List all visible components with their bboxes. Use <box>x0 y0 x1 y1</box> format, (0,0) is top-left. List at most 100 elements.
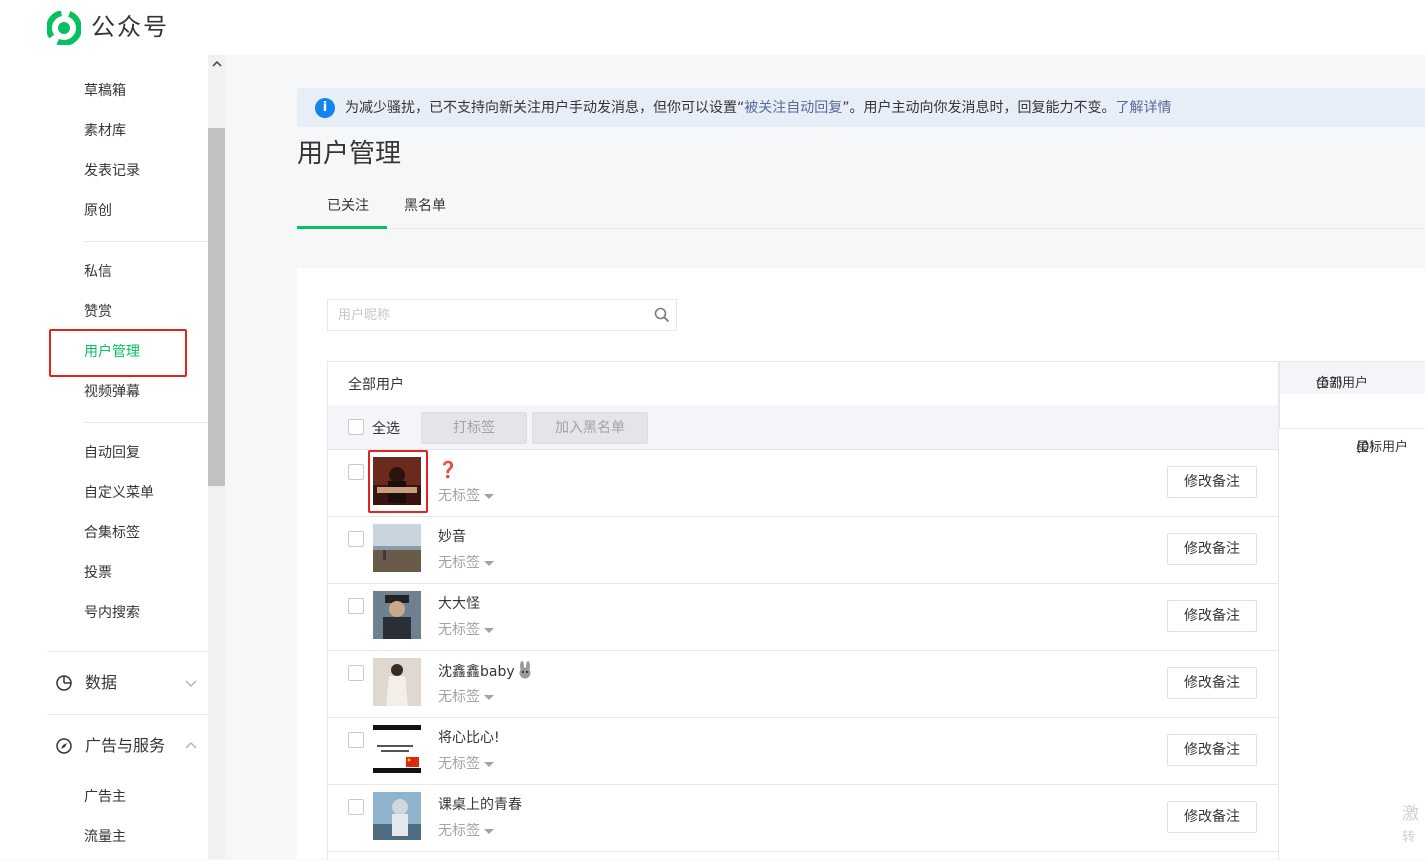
sidebar-item-video-danmaku[interactable]: 视频弹幕 <box>84 382 140 402</box>
active-tab-indicator <box>297 226 387 229</box>
user-list-title: 全部用户 <box>348 377 404 393</box>
user-tag-label: 无标签 <box>438 555 480 571</box>
caret-down-icon <box>484 627 494 633</box>
select-all-label[interactable]: 全选 <box>372 418 400 438</box>
edit-remark-button[interactable]: 修改备注 <box>1167 533 1257 565</box>
sidebar-divider <box>47 714 208 715</box>
user-list-header: 全部用户 <box>328 362 1278 406</box>
watermark-line2: 转 <box>1402 830 1416 845</box>
user-tag-dropdown[interactable]: 无标签 <box>438 821 494 841</box>
table-row: 大大怪 无标签 修改备注 <box>328 584 1278 651</box>
caret-down-icon <box>484 828 494 834</box>
user-avatar[interactable] <box>373 725 421 773</box>
scroll-up-arrow-icon[interactable] <box>208 55 225 72</box>
chevron-up-icon[interactable] <box>183 738 199 754</box>
tab-followed[interactable]: 已关注 <box>327 196 369 216</box>
highlight-box-sidebar <box>49 329 187 377</box>
user-filter-panel: 全部用户 (57) 星标用户 (0) <box>1279 361 1425 455</box>
edit-remark-button[interactable]: 修改备注 <box>1167 466 1257 498</box>
add-to-blacklist-button[interactable]: 加入黑名单 <box>532 412 648 444</box>
caret-down-icon <box>484 761 494 767</box>
sidebar-group-data[interactable]: 数据 <box>55 671 117 695</box>
user-tag-label: 无标签 <box>438 689 480 705</box>
notice-text: 为减少骚扰，已不支持向新关注用户手动发消息，但你可以设置“被关注自动回复”。用户… <box>345 98 1172 118</box>
chevron-down-icon[interactable] <box>183 675 199 691</box>
table-row: 课桌上的青春 无标签 修改备注 <box>328 785 1278 852</box>
sidebar-item-rewards[interactable]: 赞赏 <box>84 302 112 322</box>
table-row: 妙音 无标签 修改备注 <box>328 517 1278 584</box>
user-nickname: 妙音 <box>438 529 466 545</box>
row-checkbox[interactable] <box>348 732 364 748</box>
chart-clock-icon <box>56 675 72 691</box>
sidebar-item-in-account-search[interactable]: 号内搜索 <box>84 603 140 623</box>
user-avatar[interactable] <box>373 658 421 706</box>
compass-icon <box>56 738 72 754</box>
sidebar-item-vote[interactable]: 投票 <box>84 563 112 583</box>
row-checkbox[interactable] <box>348 665 364 681</box>
edit-remark-button[interactable]: 修改备注 <box>1167 600 1257 632</box>
row-checkbox[interactable] <box>348 799 364 815</box>
select-all-checkbox[interactable] <box>348 419 364 435</box>
user-tag-dropdown[interactable]: 无标签 <box>438 620 494 640</box>
user-nickname: 沈鑫鑫baby <box>438 661 534 682</box>
sidebar-item-custom-menu[interactable]: 自定义菜单 <box>84 483 154 503</box>
search-icon[interactable] <box>654 307 670 323</box>
search-input[interactable] <box>338 300 638 330</box>
table-row: 沈鑫鑫baby 无标签 修改备注 <box>328 651 1278 718</box>
user-tag-label: 无标签 <box>438 488 480 504</box>
tag-button[interactable]: 打标签 <box>421 412 527 444</box>
caret-down-icon <box>484 694 494 700</box>
row-checkbox[interactable] <box>348 598 364 614</box>
user-nickname: 大大怪 <box>438 596 480 612</box>
sidebar-item-auto-reply[interactable]: 自动回复 <box>84 443 140 463</box>
page-title: 用户管理 <box>297 139 402 169</box>
row-checkbox[interactable] <box>348 531 364 547</box>
sidebar-item-original[interactable]: 原创 <box>84 201 112 221</box>
sidebar-group-ads-label: 广告与服务 <box>85 736 166 755</box>
user-tag-dropdown[interactable]: 无标签 <box>438 754 494 774</box>
user-tag-dropdown[interactable]: 无标签 <box>438 687 494 707</box>
user-tag-label: 无标签 <box>438 622 480 638</box>
edit-remark-button[interactable]: 修改备注 <box>1167 667 1257 699</box>
highlight-box-avatar <box>368 450 428 513</box>
table-row: 将心比心! 无标签 修改备注 <box>328 718 1278 785</box>
sidebar-divider <box>84 241 208 242</box>
user-nickname: 将心比心! <box>438 730 500 746</box>
user-tag-dropdown[interactable]: 无标签 <box>438 553 494 573</box>
sidebar-item-advertiser[interactable]: 广告主 <box>84 787 126 807</box>
list-toolbar: 全选 打标签 加入黑名单 <box>328 405 1278 450</box>
learn-more-link[interactable]: 了解详情 <box>1116 100 1172 116</box>
filter-all-count: (57) <box>1316 376 1343 391</box>
tabs-divider <box>297 228 1425 229</box>
auto-reply-setting-link[interactable]: 被关注自动回复 <box>744 100 842 116</box>
user-avatar[interactable] <box>373 792 421 840</box>
edit-remark-button[interactable]: 修改备注 <box>1167 801 1257 833</box>
caret-down-icon <box>484 493 494 499</box>
sidebar-item-collection-tags[interactable]: 合集标签 <box>84 523 140 543</box>
row-checkbox[interactable] <box>348 464 364 480</box>
user-nickname: ❓ <box>438 460 458 479</box>
user-list: 全部用户 全选 打标签 加入黑名单 ❓ 无标签 修改备注 妙音 无标签 修改备注 <box>327 361 1279 860</box>
rabbit-emoji-icon <box>519 661 531 679</box>
wechat-official-logo-icon[interactable] <box>47 11 81 45</box>
sidebar-item-drafts[interactable]: 草稿箱 <box>84 81 126 101</box>
user-tag-label: 无标签 <box>438 756 480 772</box>
user-tag-dropdown[interactable]: 无标签 <box>438 486 494 506</box>
sidebar-scrollbar-thumb[interactable] <box>208 128 225 486</box>
filter-star-count: (0) <box>1356 440 1375 455</box>
user-tag-label: 无标签 <box>438 823 480 839</box>
notice-text-before: 为减少骚扰，已不支持向新关注用户手动发消息，但你可以设置“ <box>345 100 745 116</box>
sidebar-group-data-label: 数据 <box>85 673 118 692</box>
sidebar-item-materials[interactable]: 素材库 <box>84 121 126 141</box>
sidebar-item-publisher[interactable]: 流量主 <box>84 827 126 847</box>
edit-remark-button[interactable]: 修改备注 <box>1167 734 1257 766</box>
sidebar-item-publish-history[interactable]: 发表记录 <box>84 161 140 181</box>
sidebar-item-messages[interactable]: 私信 <box>84 262 112 282</box>
user-avatar[interactable] <box>373 524 421 572</box>
tab-blacklist[interactable]: 黑名单 <box>404 196 446 216</box>
sidebar-group-ads-services[interactable]: 广告与服务 <box>55 734 165 758</box>
search-box <box>327 299 677 331</box>
top-bar: 公众号 <box>0 0 1425 55</box>
filter-all-users[interactable]: 全部用户 (57) <box>1280 362 1425 394</box>
user-avatar[interactable] <box>373 591 421 639</box>
